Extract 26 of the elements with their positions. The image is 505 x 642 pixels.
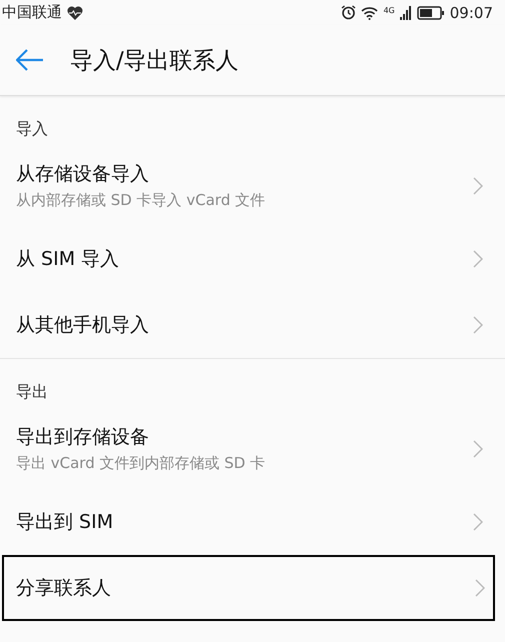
- page-title: 导入/导出联系人: [70, 46, 239, 76]
- list-item[interactable]: 分享联系人: [2, 555, 495, 621]
- chevron-icon: [473, 176, 483, 194]
- chevron-icon: [473, 512, 483, 530]
- back-arrow-icon[interactable]: [16, 49, 44, 71]
- battery-icon: [416, 6, 445, 20]
- item-title: 从 SIM 导入: [16, 246, 120, 272]
- item-title: 导出到 SIM: [16, 510, 114, 534]
- carrier-name: 中国联通: [2, 3, 62, 22]
- item-title: 从其他手机导入: [16, 313, 149, 338]
- item-title: 分享联系人: [16, 576, 111, 601]
- wifi-icon: [361, 6, 378, 20]
- item-subtitle: 导出 vCard 文件到内部存储或 SD 卡: [16, 454, 266, 473]
- chevron-icon: [473, 440, 483, 458]
- section-header: 导入: [15, 118, 49, 140]
- heart-icon: [67, 6, 83, 20]
- item-subtitle: 从内部存储或 SD 卡导入 vCard 文件: [16, 191, 266, 210]
- chevron-icon: [473, 316, 483, 334]
- network-type: 4G: [383, 6, 395, 14]
- item-title: 从存储设备导入: [16, 162, 150, 187]
- chevron-icon: [475, 579, 485, 597]
- item-title: 导出到存储设备: [16, 425, 150, 450]
- alarm-icon: [341, 5, 356, 20]
- clock-time: 09:07: [450, 4, 493, 22]
- signal-icon: [400, 6, 412, 20]
- chevron-icon: [473, 250, 483, 268]
